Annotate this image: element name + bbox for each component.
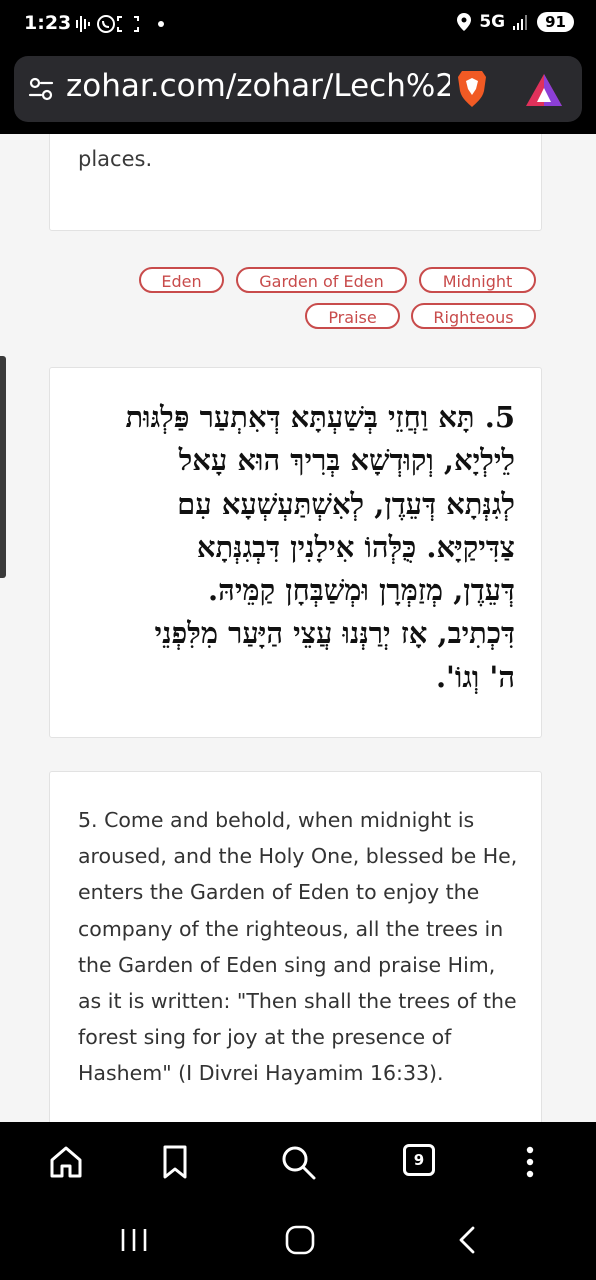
browser-bottom-bar: 9 — [0, 1122, 596, 1202]
back-icon[interactable] — [452, 1224, 484, 1256]
tag-praise[interactable]: Praise — [305, 303, 400, 329]
browser-toolbar: zohar.com/zohar/Lech%20Lecha/verses/5 — [0, 52, 596, 134]
english-verse-card: 5. Come and behold, when midnight is aro… — [49, 771, 542, 1122]
hebrew-line: צַדִּיקַיָּא. כֻּלְּהוֹ אִילָנִין דִּבְג… — [196, 529, 515, 564]
hebrew-line: לְגִנְּתָא דְּעֵדֶן, לְאִשְׁתַּעְשְׁעָא … — [177, 486, 515, 521]
notification-icon-group — [76, 15, 164, 33]
tag-garden-of-eden[interactable]: Garden of Eden — [236, 267, 407, 293]
hebrew-line: ה' וְגוֹ'. — [435, 659, 515, 694]
scroll-indicator[interactable] — [0, 356, 6, 578]
signal-icon — [513, 15, 528, 30]
status-time: 1:23 — [24, 12, 72, 34]
address-bar[interactable]: zohar.com/zohar/Lech%20Lecha/verses/5 — [14, 56, 582, 122]
home-circle-icon[interactable] — [284, 1224, 316, 1256]
brave-shield-icon[interactable] — [454, 69, 490, 109]
status-bar: 1:23 5G 91 — [0, 0, 596, 52]
hebrew-verse-card: 5. תָּא וַחֲזֵי בְּשַׁעְתָּא דְּאִתְעַר … — [49, 367, 542, 738]
battery-badge: 91 — [537, 12, 574, 32]
english-verse-text: 5. Come and behold, when midnight is aro… — [78, 808, 518, 1086]
location-icon — [457, 13, 472, 31]
hebrew-line: דְּעֵדֶן, מְזַמְּרָן וּמְשַׁבְּחָן קַמֵּ… — [208, 573, 515, 608]
status-right: 5G 91 — [457, 12, 574, 32]
hebrew-verse-text: 5. תָּא וַחֲזֵי בְּשַׁעְתָּא דְּאִתְעַר … — [78, 396, 516, 699]
more-icon[interactable] — [512, 1144, 548, 1180]
notification-icons — [76, 13, 168, 40]
home-icon[interactable] — [48, 1144, 84, 1180]
tabs-icon[interactable]: 9 — [403, 1144, 435, 1176]
site-settings-icon[interactable] — [28, 76, 54, 102]
previous-verse-text: places. — [78, 147, 153, 171]
tag-righteous[interactable]: Righteous — [411, 303, 536, 329]
previous-verse-card: places. — [49, 134, 542, 231]
search-icon[interactable] — [280, 1144, 316, 1180]
system-navigation-bar — [0, 1202, 596, 1280]
tag-midnight[interactable]: Midnight — [419, 267, 536, 293]
network-label: 5G — [479, 12, 506, 32]
hebrew-line: לֵילְיָא, וְקוּדְשָׁא בְּרִיךְ הוּא עָאל — [178, 443, 515, 478]
bookmark-icon[interactable] — [157, 1144, 193, 1180]
page-content[interactable]: places. Eden Garden of Eden Midnight Pra… — [0, 134, 596, 1122]
recents-icon[interactable] — [118, 1224, 150, 1256]
hebrew-line: 5. תָּא וַחֲזֵי בְּשַׁעְתָּא דְּאִתְעַר … — [125, 400, 516, 434]
brave-rewards-icon[interactable] — [524, 72, 564, 108]
tag-eden[interactable]: Eden — [139, 267, 224, 293]
hebrew-line: דִּכְתִיב, אָז יְרַנְּנוּ עֲצֵי הַיָּעַר… — [154, 616, 515, 651]
url-text[interactable]: zohar.com/zohar/Lech%20Lecha/verses/5 — [66, 68, 450, 104]
